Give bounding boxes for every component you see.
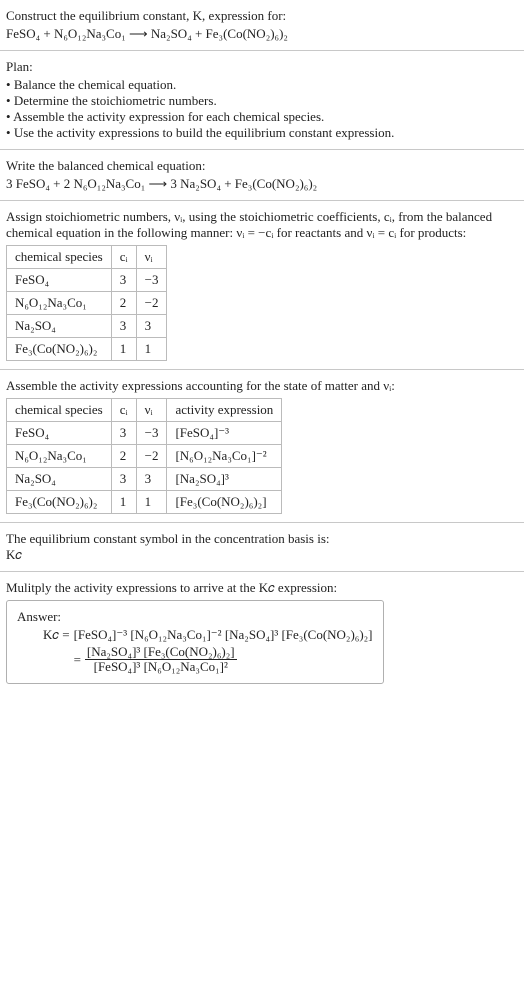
unbalanced-equation: FeSO₄ + N₆O₁₂Na₃Co₁ ⟶ Na₂SO₄ + Fe₃(Co(NO… [6,26,518,42]
plan-item: Balance the chemical equation. [6,77,518,93]
balanced-equation: 3 FeSO₄ + 2 N₆O₁₂Na₃Co₁ ⟶ 3 Na₂SO₄ + Fe₃… [6,176,518,192]
cell-ci: 2 [111,445,136,468]
multiply-intro: Mulitply the activity expressions to arr… [6,580,518,596]
col-activity: activity expression [167,399,282,422]
plan-item: Determine the stoichiometric numbers. [6,93,518,109]
cell-vi: 3 [136,468,167,491]
symbol-section: The equilibrium constant symbol in the c… [0,523,524,572]
balanced-section: Write the balanced chemical equation: 3 … [0,150,524,201]
cell-ci: 3 [111,468,136,491]
table-header-row: chemical species cᵢ νᵢ activity expressi… [7,399,282,422]
cell-activity: [FeSO₄]⁻³ [167,422,282,445]
stoich-section: Assign stoichiometric numbers, νᵢ, using… [0,201,524,370]
cell-ci: 3 [111,422,136,445]
prompt-section: Construct the equilibrium constant, K, e… [0,0,524,51]
cell-activity: [Fe₃(Co(NO₂)₆)₂] [167,491,282,514]
answer-expression: K𝑐 = [FeSO₄]⁻³ [N₆O₁₂Na₃Co₁]⁻² [Na₂SO₄]³… [43,627,373,675]
cell-ci: 2 [111,292,136,315]
prompt-text: Construct the equilibrium constant, K, e… [6,8,518,24]
cell-species: Na₂SO₄ [7,315,112,338]
plan-title: Plan: [6,59,518,75]
cell-species: FeSO₄ [7,269,112,292]
cell-vi: −3 [136,422,167,445]
cell-ci: 3 [111,315,136,338]
answer-box: Answer: K𝑐 = [FeSO₄]⁻³ [N₆O₁₂Na₃Co₁]⁻² [… [6,600,384,684]
fraction-denominator: [FeSO₄]³ [N₆O₁₂Na₃Co₁]² [92,660,230,674]
cell-vi: 3 [136,315,167,338]
balanced-intro: Write the balanced chemical equation: [6,158,518,174]
stoich-table: chemical species cᵢ νᵢ FeSO₄ 3 −3 N₆O₁₂N… [6,245,167,361]
cell-species: N₆O₁₂Na₃Co₁ [7,445,112,468]
kc-lhs: K𝑐 = [43,627,70,643]
table-header-row: chemical species cᵢ νᵢ [7,246,167,269]
table-row: Fe₃(Co(NO₂)₆)₂ 1 1 [7,338,167,361]
cell-activity: [Na₂SO₄]³ [167,468,282,491]
symbol-intro: The equilibrium constant symbol in the c… [6,531,518,547]
plan-list: Balance the chemical equation. Determine… [6,77,518,141]
activity-table: chemical species cᵢ νᵢ activity expressi… [6,398,282,514]
cell-species: Na₂SO₄ [7,468,112,491]
cell-ci: 3 [111,269,136,292]
cell-vi: −3 [136,269,167,292]
cell-vi: 1 [136,338,167,361]
cell-species: Fe₃(Co(NO₂)₆)₂ [7,491,112,514]
activity-section: Assemble the activity expressions accoun… [0,370,524,523]
kc-product-form: [FeSO₄]⁻³ [N₆O₁₂Na₃Co₁]⁻² [Na₂SO₄]³ [Fe₃… [74,627,373,643]
table-row: Na₂SO₄ 3 3 [7,315,167,338]
col-ci: cᵢ [111,246,136,269]
cell-vi: −2 [136,445,167,468]
stoich-intro: Assign stoichiometric numbers, νᵢ, using… [6,209,518,241]
col-species: chemical species [7,399,112,422]
cell-vi: 1 [136,491,167,514]
cell-activity: [N₆O₁₂Na₃Co₁]⁻² [167,445,282,468]
answer-section: Mulitply the activity expressions to arr… [0,572,524,692]
plan-section: Plan: Balance the chemical equation. Det… [0,51,524,150]
cell-vi: −2 [136,292,167,315]
table-row: Na₂SO₄ 3 3 [Na₂SO₄]³ [7,468,282,491]
cell-species: N₆O₁₂Na₃Co₁ [7,292,112,315]
table-row: FeSO₄ 3 −3 [7,269,167,292]
kc-fraction: [Na₂SO₄]³ [Fe₃(Co(NO₂)₆)₂] [FeSO₄]³ [N₆O… [85,645,237,675]
table-row: FeSO₄ 3 −3 [FeSO₄]⁻³ [7,422,282,445]
plan-item: Use the activity expressions to build th… [6,125,518,141]
cell-species: FeSO₄ [7,422,112,445]
cell-ci: 1 [111,491,136,514]
table-row: N₆O₁₂Na₃Co₁ 2 −2 [7,292,167,315]
kc-fraction-row: = [Na₂SO₄]³ [Fe₃(Co(NO₂)₆)₂] [FeSO₄]³ [N… [74,645,373,675]
activity-intro: Assemble the activity expressions accoun… [6,378,518,394]
col-vi: νᵢ [136,246,167,269]
cell-species: Fe₃(Co(NO₂)₆)₂ [7,338,112,361]
equals-sign: = [74,652,81,668]
cell-ci: 1 [111,338,136,361]
col-ci: cᵢ [111,399,136,422]
fraction-numerator: [Na₂SO₄]³ [Fe₃(Co(NO₂)₆)₂] [85,645,237,660]
table-row: Fe₃(Co(NO₂)₆)₂ 1 1 [Fe₃(Co(NO₂)₆)₂] [7,491,282,514]
col-species: chemical species [7,246,112,269]
col-vi: νᵢ [136,399,167,422]
answer-label: Answer: [17,609,373,625]
plan-item: Assemble the activity expression for eac… [6,109,518,125]
symbol-value: K𝑐 [6,547,518,563]
kc-rhs: [FeSO₄]⁻³ [N₆O₁₂Na₃Co₁]⁻² [Na₂SO₄]³ [Fe₃… [74,627,373,675]
table-row: N₆O₁₂Na₃Co₁ 2 −2 [N₆O₁₂Na₃Co₁]⁻² [7,445,282,468]
